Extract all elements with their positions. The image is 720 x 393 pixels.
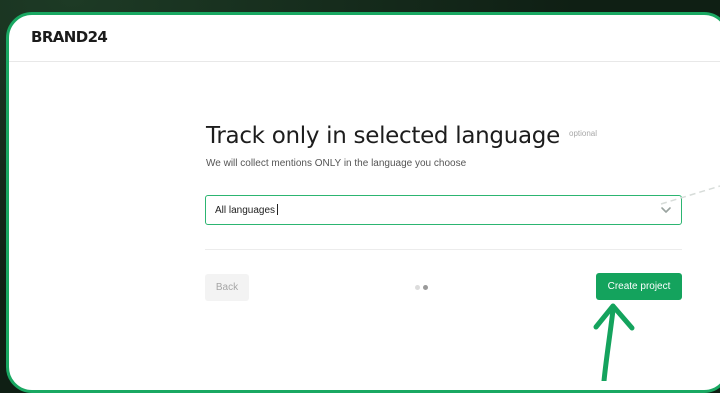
step-dot-2 bbox=[423, 285, 428, 290]
language-select-value[interactable]: All languages bbox=[215, 204, 279, 216]
chevron-down-icon[interactable] bbox=[660, 203, 672, 215]
text-caret bbox=[277, 204, 279, 215]
brand-logo[interactable]: BRAND24 bbox=[31, 28, 108, 46]
create-project-button[interactable]: Create project bbox=[596, 273, 682, 300]
step-dot-1 bbox=[415, 285, 420, 290]
divider bbox=[205, 249, 682, 250]
page-subtitle: We will collect mentions ONLY in the lan… bbox=[206, 158, 467, 169]
language-select[interactable]: All languages bbox=[205, 195, 682, 225]
optional-tag: optional bbox=[569, 129, 598, 138]
page-title: Track only in selected language bbox=[206, 123, 560, 149]
top-bar: BRAND24 bbox=[9, 15, 720, 62]
app-window: BRAND24 Track only in selected language … bbox=[6, 12, 720, 393]
back-button[interactable]: Back bbox=[205, 274, 249, 301]
